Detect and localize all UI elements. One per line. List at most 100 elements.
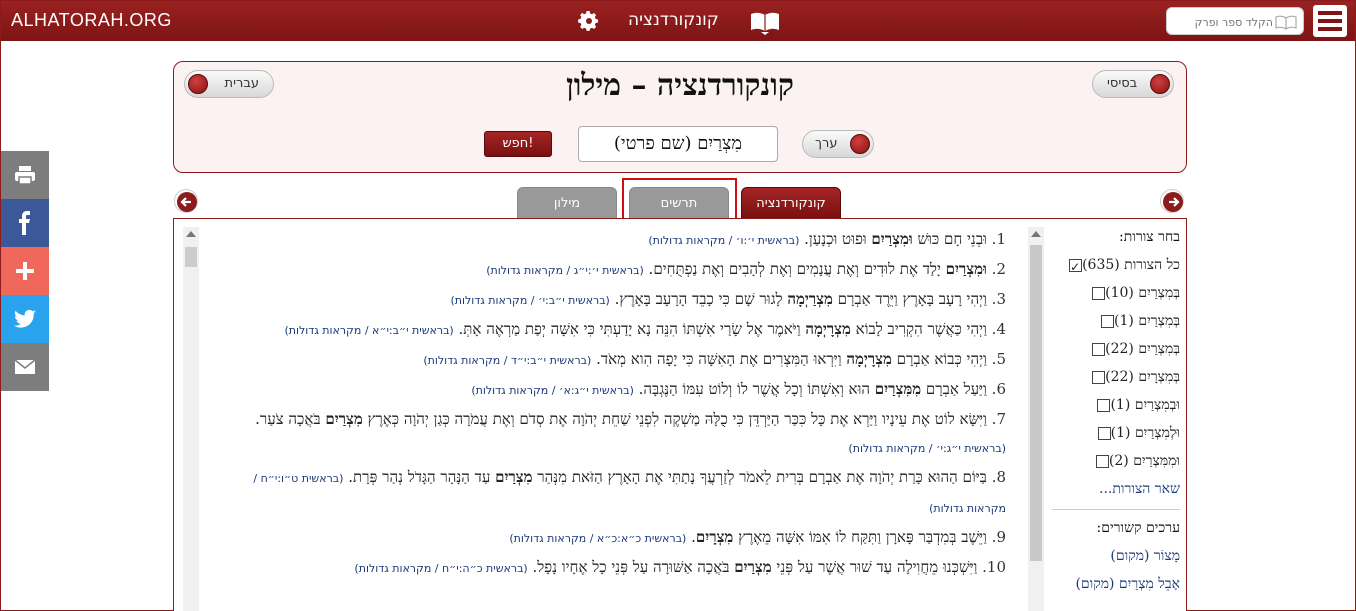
verse-text: בֹּאֲכָה צֹעַר. <box>255 410 326 428</box>
scrollbar-thumb[interactable] <box>1030 245 1042 561</box>
filter-option[interactable]: וּבְמִצְרַיִם (1) <box>1052 391 1180 419</box>
verse-reference-link[interactable]: (בראשית כ״ה:י״ח / מקראות גדולות) <box>354 562 527 575</box>
page-title: קונקורדנציה – מילון <box>566 68 794 103</box>
result-item: 9. וַיֵּשֶׁב בְּמִדְבַּר פָּארָן וַתִּקַ… <box>214 523 1006 553</box>
filter-checkbox[interactable] <box>1069 253 1083 281</box>
verse-text: וּבְנֵי חָם כּוּשׁ <box>912 230 987 248</box>
matched-word[interactable]: וּמִצְרַיִם <box>871 230 912 248</box>
mode-toggle[interactable]: בסיסי <box>1092 70 1174 98</box>
filter-checkbox[interactable] <box>1097 398 1111 412</box>
matched-word[interactable]: מִצְרַיִם <box>734 558 771 576</box>
verse-reference-link[interactable]: (בראשית י׳:ו׳ / מקראות גדולות) <box>648 234 799 247</box>
search-button[interactable]: חפש! <box>484 131 552 157</box>
result-item: 4. וַיְהִי כַּאֲשֶׁר הִקְרִיב לָבוֹא מִצ… <box>214 315 1006 345</box>
term-input[interactable]: מִצְרַיִם (שם פרטי) <box>578 126 778 162</box>
previous-arrow-button[interactable] <box>174 189 198 213</box>
matched-word[interactable]: מִצְרַיְמָה <box>787 290 833 308</box>
result-number: 7. <box>991 410 1006 428</box>
verse-text: וַיֵּשֶׁב בְּמִדְבַּר פָּארָן וַתִּקַּח … <box>733 528 987 546</box>
gear-icon[interactable] <box>577 9 601 33</box>
verse-text: הוּא וְאִשְׁתּוֹ וְכָל אֲשֶׁר לוֹ וְלוֹט… <box>638 380 875 398</box>
more-forms-link[interactable]: שאר הצורות... <box>1052 475 1180 503</box>
forms-filter-panel: בחר צורות: כל הצורות (635) בְּמִצְרַיִם … <box>1052 227 1180 598</box>
verse-reference-link[interactable]: (בראשית י׳:י״ג / מקראות גדולות) <box>486 264 644 277</box>
results-scrollbar[interactable] <box>183 227 199 611</box>
matched-word[interactable]: מִמִּצְרַיִם <box>875 380 921 398</box>
book-icon[interactable] <box>749 8 781 36</box>
results-list: 1. וּבְנֵי חָם כּוּשׁ וּמִצְרַיִם וּפוּט… <box>214 225 1006 583</box>
result-number: 1. <box>991 230 1006 248</box>
toggle-knob-icon <box>850 134 870 154</box>
verse-text: לָגוּר שָׁם כִּי כָבֵד הָרָעָב בָּאָרֶץ. <box>614 290 788 308</box>
matched-word[interactable]: מִצְרַיִם <box>325 410 362 428</box>
filter-checkbox[interactable] <box>1101 314 1115 328</box>
entry-toggle[interactable]: ערך <box>802 130 874 158</box>
plus-icon <box>16 262 34 280</box>
matched-word[interactable]: מִצְרָיִם <box>696 528 733 546</box>
related-entry-link[interactable]: מָצוֹר (מקום) <box>1052 542 1180 570</box>
filter-checkbox[interactable] <box>1095 454 1109 468</box>
verse-text: בֹּאֲכָה אַשּׁוּרָה עַל פְּנֵי כָל אֶחָי… <box>532 558 735 576</box>
result-number: 6. <box>991 380 1006 398</box>
filter-option-label: בְּמִצְרַיִם (22) <box>1105 341 1180 357</box>
result-number: 4. <box>991 320 1006 338</box>
filter-option[interactable]: וּמִמִּצְרַיִם (2) <box>1052 447 1180 475</box>
filter-option[interactable]: בְּמִצְרָיִם (22) <box>1052 363 1180 391</box>
filter-option[interactable]: בְּמִצְרַיִם (1) <box>1052 307 1180 335</box>
filters-scrollbar[interactable] <box>1028 227 1044 611</box>
verse-reference-link[interactable]: (בראשית י״ב:י״א / מקראות גדולות) <box>284 324 453 337</box>
verse-reference-link[interactable]: (בראשית י״ג:א׳ / מקראות גדולות) <box>471 384 633 397</box>
email-share-button[interactable] <box>1 343 49 391</box>
filter-option[interactable]: בְּמִצְרַיִם (10) <box>1052 279 1180 307</box>
result-number: 9. <box>991 528 1006 546</box>
matched-word[interactable]: מִצְרָיְמָה <box>805 320 851 338</box>
verse-reference-link[interactable]: (בראשית י״ג:י׳ / מקראות גדולות) <box>848 442 1006 455</box>
scroll-up-icon[interactable] <box>1031 231 1041 237</box>
matched-word[interactable]: מִצְרָיְמָה <box>846 350 892 368</box>
print-button[interactable] <box>1 151 49 199</box>
book-search-input[interactable] <box>1171 12 1273 32</box>
next-arrow-button[interactable] <box>1160 189 1184 213</box>
tab-dictionary[interactable]: מילון <box>517 187 617 219</box>
hamburger-menu-button[interactable] <box>1313 5 1347 37</box>
facebook-share-button[interactable] <box>1 199 49 247</box>
printer-icon <box>15 166 35 185</box>
matched-word[interactable]: מִצְרַיִם <box>495 468 532 486</box>
filter-option-label: וּמִמִּצְרַיִם (2) <box>1108 453 1180 469</box>
filter-option[interactable]: כל הצורות (635) <box>1052 251 1180 281</box>
arrow-left-icon <box>177 192 197 212</box>
verse-reference-link[interactable]: (בראשית י״ב:י״ד / מקראות גדולות) <box>423 354 591 367</box>
filter-option[interactable]: בְּמִצְרַיִם (22) <box>1052 335 1180 363</box>
filter-option-label: בְּמִצְרָיִם (22) <box>1105 369 1180 385</box>
related-entry-link[interactable]: אָבֵל מִצְרַיִם (מקום) <box>1052 570 1180 598</box>
toggle-knob-icon <box>1150 74 1170 94</box>
result-item: 6. וַיַּעַל אַבְרָם מִמִּצְרַיִם הוּא וְ… <box>214 375 1006 405</box>
page-section-title[interactable]: קונקורדנציה <box>628 10 719 30</box>
verse-text: עַד הַנָּהָר הַגָּדֹל נְהַר פְּרָת. <box>348 468 496 486</box>
top-bar: ALHATORAH.ORG קונקורדנציה <box>1 1 1355 41</box>
twitter-share-button[interactable] <box>1 295 49 343</box>
filter-option[interactable]: וּלְמִצְרַיִם (1) <box>1052 419 1180 447</box>
filter-option-label: וּלְמִצְרַיִם (1) <box>1110 425 1180 441</box>
verse-text: וַיְהִי רָעָב בָּאָרֶץ וַיֵּרֶד אַבְרָם <box>832 290 987 308</box>
book-outline-icon <box>1275 15 1297 30</box>
tab-concordance[interactable]: קונקורדנציה <box>741 187 841 219</box>
verse-text: וַיְהִי כְּבוֹא אַבְרָם <box>891 350 987 368</box>
verse-reference-link[interactable]: (בראשית י״ב:י׳ / מקראות גדולות) <box>450 294 609 307</box>
filter-checkbox[interactable] <box>1092 342 1106 356</box>
entry-toggle-label: ערך <box>815 136 838 151</box>
filter-heading: בחר צורות: <box>1119 229 1180 245</box>
matched-word[interactable]: וּמִצְרַיִם <box>946 260 987 278</box>
scroll-up-icon[interactable] <box>186 231 196 237</box>
scrollbar-thumb[interactable] <box>185 247 197 267</box>
book-search-field[interactable] <box>1166 7 1304 35</box>
more-share-button[interactable] <box>1 247 49 295</box>
filter-checkbox[interactable] <box>1097 426 1111 440</box>
verse-reference-link[interactable]: (בראשית כ״א:כ״א / מקראות גדולות) <box>509 532 686 545</box>
tab-chart[interactable]: תרשים <box>629 187 729 219</box>
twitter-icon <box>14 309 36 328</box>
filter-checkbox[interactable] <box>1092 370 1106 384</box>
filter-checkbox[interactable] <box>1092 286 1106 300</box>
facebook-icon <box>19 211 30 235</box>
site-logo[interactable]: ALHATORAH.ORG <box>11 10 172 31</box>
